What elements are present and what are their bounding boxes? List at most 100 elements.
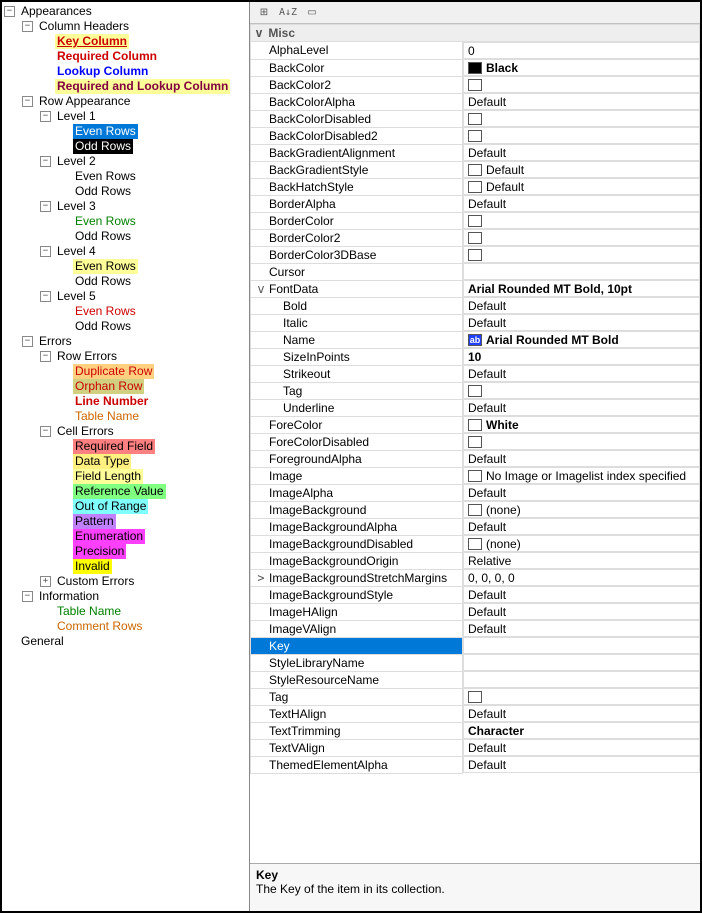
property-value[interactable]	[463, 110, 700, 127]
property-value[interactable]	[463, 433, 700, 450]
property-value[interactable]: (none)	[463, 535, 700, 552]
tree-node-required-column[interactable]: Required Column	[55, 49, 159, 64]
property-value[interactable]: White	[463, 416, 700, 433]
property-value[interactable]: Character	[463, 722, 700, 739]
property-row[interactable]: ItalicDefault	[251, 314, 700, 331]
property-value[interactable]	[463, 637, 700, 654]
property-value[interactable]: Default	[463, 739, 700, 756]
tree-node-odd-rows[interactable]: Odd Rows	[73, 319, 133, 334]
tree-node-even-rows[interactable]: Even Rows	[73, 124, 138, 139]
property-grid-scroll[interactable]: v Misc AlphaLevel0BackColorBlackBackColo…	[250, 24, 700, 863]
tree-node-level2[interactable]: Level 2	[55, 154, 98, 169]
tree-node-level5[interactable]: Level 5	[55, 289, 98, 304]
property-value[interactable]	[463, 76, 700, 93]
property-value[interactable]	[463, 212, 700, 229]
property-value[interactable]	[463, 382, 700, 399]
tree-node-lookup-column[interactable]: Lookup Column	[55, 64, 150, 79]
property-value[interactable]	[463, 229, 700, 246]
property-row[interactable]: BackColorDisabled2	[251, 127, 700, 144]
property-row[interactable]: SizeInPoints10	[251, 348, 700, 365]
property-row[interactable]: UnderlineDefault	[251, 399, 700, 416]
property-row[interactable]: ImageBackground(none)	[251, 501, 700, 518]
property-value[interactable]	[463, 671, 700, 688]
tree-node-pattern[interactable]: Pattern	[73, 514, 116, 529]
property-row[interactable]: BorderColor3DBase	[251, 246, 700, 263]
property-row[interactable]: Tag	[251, 382, 700, 399]
property-value[interactable]: Default	[463, 297, 700, 314]
tree-node-odd-rows[interactable]: Odd Rows	[73, 229, 133, 244]
property-row[interactable]: BorderAlphaDefault	[251, 195, 700, 212]
tree-node-errors[interactable]: Errors	[37, 334, 74, 349]
tree-node-column-headers[interactable]: Column Headers	[37, 19, 131, 34]
property-row[interactable]: BackGradientAlignmentDefault	[251, 144, 700, 161]
tree-node-cell-errors[interactable]: Cell Errors	[55, 424, 116, 439]
property-value[interactable]	[463, 654, 700, 671]
property-value[interactable]: Default	[463, 314, 700, 331]
property-value[interactable]	[463, 263, 700, 280]
toggle-icon[interactable]: +	[40, 576, 51, 587]
tree-node-odd-rows[interactable]: Odd Rows	[73, 184, 133, 199]
property-row[interactable]: ImageBackgroundOriginRelative	[251, 552, 700, 569]
toggle-icon[interactable]: −	[40, 111, 51, 122]
property-row[interactable]: BackColorAlphaDefault	[251, 93, 700, 110]
tree-node-even-rows[interactable]: Even Rows	[73, 259, 138, 274]
tree-node-required-and-lookup[interactable]: Required and Lookup Column	[55, 79, 230, 94]
property-row[interactable]: ImageBackgroundStyleDefault	[251, 586, 700, 603]
property-row[interactable]: ForegroundAlphaDefault	[251, 450, 700, 467]
property-value[interactable]: Default	[463, 484, 700, 501]
tree-node-odd-rows[interactable]: Odd Rows	[73, 139, 133, 154]
toggle-icon[interactable]: −	[22, 336, 33, 347]
category-row-misc[interactable]: v Misc	[251, 25, 700, 42]
property-value[interactable]: (none)	[463, 501, 700, 518]
tree-node-even-rows[interactable]: Even Rows	[73, 169, 138, 184]
property-row[interactable]: BackGradientStyleDefault	[251, 161, 700, 178]
property-row[interactable]: BackColorDisabled	[251, 110, 700, 127]
tree-node-invalid[interactable]: Invalid	[73, 559, 112, 574]
property-value[interactable]: Default	[463, 756, 700, 773]
property-value[interactable]	[463, 246, 700, 263]
tree-node-enumeration[interactable]: Enumeration	[73, 529, 145, 544]
property-value[interactable]	[463, 688, 700, 705]
tree-node-reference-value[interactable]: Reference Value	[73, 484, 166, 499]
tree-node-level3[interactable]: Level 3	[55, 199, 98, 214]
property-row[interactable]: ImageBackgroundDisabled(none)	[251, 535, 700, 552]
tree-node-required-field[interactable]: Required Field	[73, 439, 155, 454]
toggle-icon[interactable]: −	[22, 591, 33, 602]
tree-node-odd-rows[interactable]: Odd Rows	[73, 274, 133, 289]
toggle-icon[interactable]: −	[40, 351, 51, 362]
property-value[interactable]: 0, 0, 0, 0	[463, 569, 700, 586]
property-value[interactable]: Default	[463, 195, 700, 212]
property-value[interactable]: Default	[463, 586, 700, 603]
categorized-button[interactable]: ⊞	[254, 4, 274, 22]
property-row[interactable]: BackColor2	[251, 76, 700, 93]
tree-node-precision[interactable]: Precision	[73, 544, 126, 559]
property-row[interactable]: >ImageBackgroundStretchMargins0, 0, 0, 0	[251, 569, 700, 586]
property-value[interactable]: Default	[463, 144, 700, 161]
toggle-icon[interactable]: −	[40, 291, 51, 302]
property-row[interactable]: ForeColorWhite	[251, 416, 700, 433]
property-value[interactable]: Arial Rounded MT Bold, 10pt	[463, 280, 700, 297]
property-row[interactable]: AlphaLevel0	[251, 42, 700, 60]
collapse-icon[interactable]: v	[253, 26, 265, 40]
tree-node-appearances[interactable]: Appearances	[19, 4, 94, 19]
property-row[interactable]: Cursor	[251, 263, 700, 280]
tree-node-out-of-range[interactable]: Out of Range	[73, 499, 148, 514]
property-row[interactable]: StyleResourceName	[251, 671, 700, 688]
property-row[interactable]: StyleLibraryName	[251, 654, 700, 671]
property-row[interactable]: ForeColorDisabled	[251, 433, 700, 450]
tree-node-general[interactable]: General	[19, 634, 66, 649]
property-value[interactable]: abArial Rounded MT Bold	[463, 331, 700, 348]
property-value[interactable]: Default	[463, 450, 700, 467]
property-value[interactable]: Default	[463, 705, 700, 722]
property-row[interactable]: StrikeoutDefault	[251, 365, 700, 382]
tree-node-even-rows[interactable]: Even Rows	[73, 214, 138, 229]
tree-node-comment-rows[interactable]: Comment Rows	[55, 619, 144, 634]
property-value[interactable]: No Image or Imagelist index specified	[463, 467, 700, 484]
alphabetical-button[interactable]: A↓Z	[278, 4, 298, 22]
property-row[interactable]: ImageVAlignDefault	[251, 620, 700, 637]
property-row[interactable]: ImageBackgroundAlphaDefault	[251, 518, 700, 535]
tree-node-row-errors[interactable]: Row Errors	[55, 349, 119, 364]
property-value[interactable]: Default	[463, 620, 700, 637]
property-value[interactable]: Default	[463, 161, 700, 178]
property-row[interactable]: NameabArial Rounded MT Bold	[251, 331, 700, 348]
